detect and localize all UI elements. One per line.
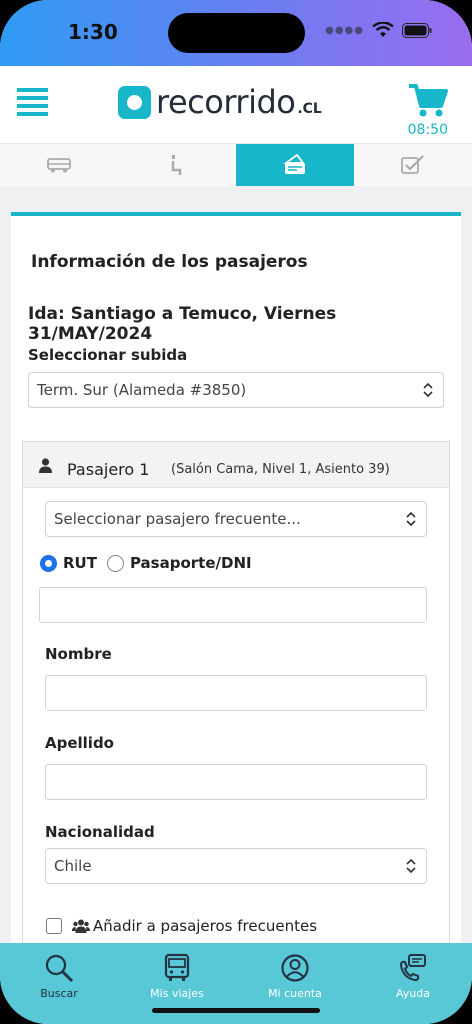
passenger-name: Pasajero 1 — [67, 460, 150, 479]
nav-ayuda[interactable]: Ayuda — [354, 943, 472, 1024]
checkbox-done-icon — [401, 155, 424, 174]
bus-icon — [47, 158, 71, 173]
status-time: 1:30 — [68, 20, 118, 44]
nombre-label: Nombre — [45, 645, 112, 663]
search-icon — [45, 954, 74, 983]
ticket-icon — [283, 154, 305, 174]
id-number-input[interactable] — [39, 587, 427, 623]
bus-icon — [164, 953, 190, 981]
id-type-radio-group: RUT Pasaporte/DNI — [40, 554, 252, 572]
nacionalidad-label: Nacionalidad — [45, 823, 155, 841]
apellido-label: Apellido — [45, 734, 114, 752]
passenger-card: Pasajero 1 (Salón Cama, Nivel 1, Asiento… — [22, 441, 450, 961]
radio-passport-label: Pasaporte/DNI — [129, 554, 252, 572]
signal-dots-icon: ●●●● — [325, 24, 364, 36]
step-seat[interactable] — [118, 144, 236, 186]
step-passengers[interactable] — [236, 144, 354, 186]
boarding-label: Seleccionar subida — [28, 346, 188, 364]
cart-icon[interactable] — [408, 82, 448, 118]
passenger-seat-info: (Salón Cama, Nivel 1, Asiento 39) — [171, 462, 390, 477]
nav-mis-viajes-label: Mis viajes — [150, 987, 204, 1000]
user-icon — [39, 458, 52, 473]
logo[interactable]: recorrido .CL — [118, 83, 322, 121]
frequent-passenger-placeholder: Seleccionar pasajero frecuente... — [54, 510, 301, 528]
nav-ayuda-label: Ayuda — [396, 987, 430, 1000]
nacionalidad-select[interactable]: Chile — [45, 848, 427, 884]
menu-button[interactable] — [17, 88, 48, 116]
frequent-passenger-select[interactable]: Seleccionar pasajero frecuente... — [45, 501, 427, 537]
logo-mark-icon — [118, 85, 151, 119]
help-icon — [399, 954, 426, 982]
dynamic-island — [168, 13, 305, 53]
step-bus[interactable] — [0, 144, 118, 186]
select-chevron-icon — [406, 858, 416, 874]
session-timer: 08:50 — [407, 122, 448, 138]
logo-suffix: .CL — [297, 101, 322, 117]
account-icon — [281, 954, 309, 982]
nombre-input[interactable] — [45, 675, 427, 711]
section-title: Información de los pasajeros — [31, 252, 308, 272]
passenger-form: Información de los pasajeros Ida: Santia… — [11, 212, 461, 961]
status-bar: 1:30 ●●●● — [0, 0, 472, 66]
app-header: recorrido .CL 08:50 — [0, 66, 472, 144]
route-summary: Ida: Santiago a Temuco, Viernes 31/MAY/2… — [28, 304, 337, 344]
add-frequent-row: Añadir a pasajeros frecuentes — [46, 917, 317, 935]
boarding-select[interactable]: Term. Sur (Alameda #3850) — [28, 372, 444, 408]
apellido-input[interactable] — [45, 764, 427, 800]
phone-screen: 1:30 ●●●● recorrido .CL 08:50 Informació… — [0, 0, 472, 1024]
select-chevron-icon — [406, 511, 416, 527]
nav-buscar-label: Buscar — [40, 987, 78, 1000]
boarding-value: Term. Sur (Alameda #3850) — [37, 381, 247, 399]
radio-rut[interactable] — [40, 554, 57, 572]
wifi-icon — [372, 22, 394, 37]
add-frequent-checkbox[interactable] — [46, 918, 62, 934]
status-icons: ●●●● — [325, 22, 432, 38]
passenger-card-header: Pasajero 1 (Salón Cama, Nivel 1, Asiento… — [23, 442, 449, 488]
radio-rut-label: RUT — [63, 554, 97, 572]
checkout-steps — [0, 144, 472, 186]
nacionalidad-value: Chile — [54, 857, 92, 875]
home-indicator[interactable] — [152, 1008, 320, 1013]
select-chevron-icon — [423, 382, 433, 398]
nav-mi-cuenta-label: Mi cuenta — [268, 987, 322, 1000]
radio-passport[interactable] — [106, 554, 124, 572]
nav-buscar[interactable]: Buscar — [0, 943, 118, 1024]
battery-icon — [402, 22, 432, 38]
logo-text: recorrido — [156, 83, 296, 121]
users-icon — [72, 919, 90, 933]
seat-icon — [171, 155, 182, 175]
step-confirm[interactable] — [354, 144, 472, 186]
menu-icon — [17, 88, 48, 92]
add-frequent-label: Añadir a pasajeros frecuentes — [93, 917, 318, 935]
